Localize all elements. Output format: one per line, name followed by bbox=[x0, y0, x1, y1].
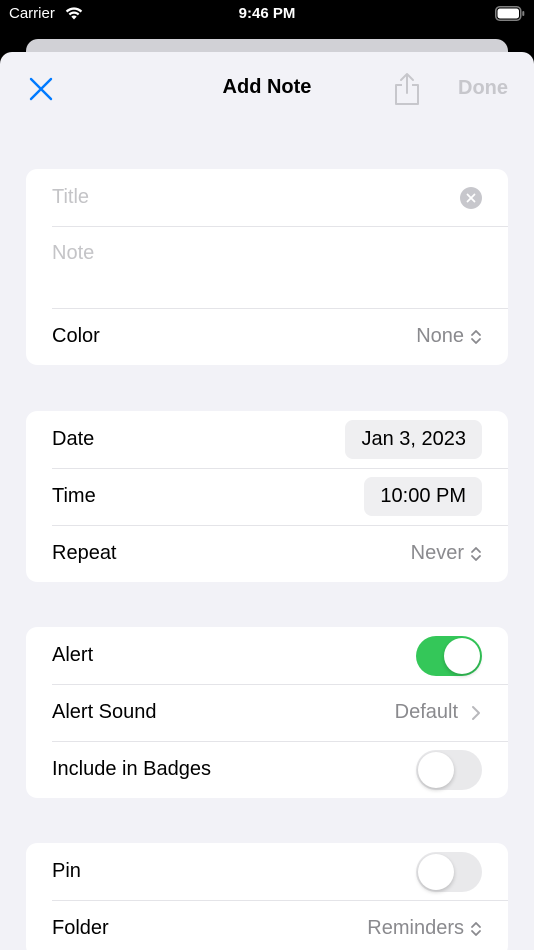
badges-row: Include in Badges bbox=[26, 741, 508, 798]
alert-sound-label: Alert Sound bbox=[52, 701, 157, 723]
chevron-right-icon bbox=[472, 705, 480, 720]
toggle-knob bbox=[418, 751, 454, 788]
time-picker[interactable]: 10:00 PM bbox=[364, 477, 482, 516]
alert-sound-row[interactable]: Alert Sound Default bbox=[26, 684, 508, 741]
note-row[interactable]: Note bbox=[26, 226, 508, 308]
toggle-knob bbox=[418, 853, 454, 890]
schedule-group: Date Jan 3, 2023 Time 10:00 PM Repeat Ne… bbox=[26, 411, 508, 582]
folder-row[interactable]: Folder Reminders bbox=[26, 900, 508, 950]
date-label: Date bbox=[52, 428, 95, 450]
alert-row: Alert bbox=[26, 627, 508, 684]
chevron-up-down-icon bbox=[471, 329, 481, 344]
date-picker[interactable]: Jan 3, 2023 bbox=[345, 420, 482, 459]
folder-value[interactable]: Reminders bbox=[367, 917, 464, 940]
clear-title-button[interactable] bbox=[460, 186, 482, 209]
repeat-value[interactable]: Never bbox=[411, 542, 464, 565]
folder-label: Folder bbox=[52, 917, 109, 939]
note-textarea[interactable]: Note bbox=[52, 242, 94, 265]
chevron-up-down-icon bbox=[471, 546, 481, 561]
alert-group: Alert Alert Sound Default Include in Bad… bbox=[26, 627, 508, 798]
badges-toggle[interactable] bbox=[416, 749, 482, 790]
done-button[interactable]: Done bbox=[458, 77, 508, 100]
repeat-label: Repeat bbox=[52, 542, 117, 564]
toggle-knob bbox=[444, 637, 480, 674]
badges-label: Include in Badges bbox=[52, 758, 212, 780]
color-value[interactable]: None bbox=[416, 325, 464, 348]
alert-sound-value: Default bbox=[394, 701, 458, 723]
alert-label: Alert bbox=[52, 644, 94, 666]
chevron-up-down-icon bbox=[471, 921, 481, 936]
date-row: Date Jan 3, 2023 bbox=[26, 411, 508, 468]
share-icon[interactable] bbox=[393, 72, 421, 106]
title-row[interactable]: Title bbox=[26, 169, 508, 226]
organize-group: Pin Folder Reminders bbox=[26, 843, 508, 950]
clock-label: 9:46 PM bbox=[238, 5, 296, 22]
page-title: Add Note bbox=[222, 76, 312, 98]
pin-toggle[interactable] bbox=[416, 851, 482, 892]
title-input[interactable]: Title bbox=[52, 186, 89, 209]
repeat-row[interactable]: Repeat Never bbox=[26, 525, 508, 582]
time-row: Time 10:00 PM bbox=[26, 468, 508, 525]
pin-row: Pin bbox=[26, 843, 508, 900]
alert-toggle[interactable] bbox=[416, 635, 482, 676]
color-row[interactable]: Color None bbox=[26, 308, 508, 365]
clear-icon bbox=[466, 193, 476, 202]
battery-icon bbox=[495, 6, 525, 21]
time-label: Time bbox=[52, 485, 96, 507]
status-bar: Carrier 9:46 PM bbox=[0, 0, 534, 36]
note-details-group: Title Note Color None bbox=[26, 169, 508, 365]
pin-label: Pin bbox=[52, 860, 81, 882]
color-label: Color bbox=[52, 325, 100, 347]
add-note-sheet: Add Note Done Title Note Color None Date… bbox=[0, 52, 534, 950]
